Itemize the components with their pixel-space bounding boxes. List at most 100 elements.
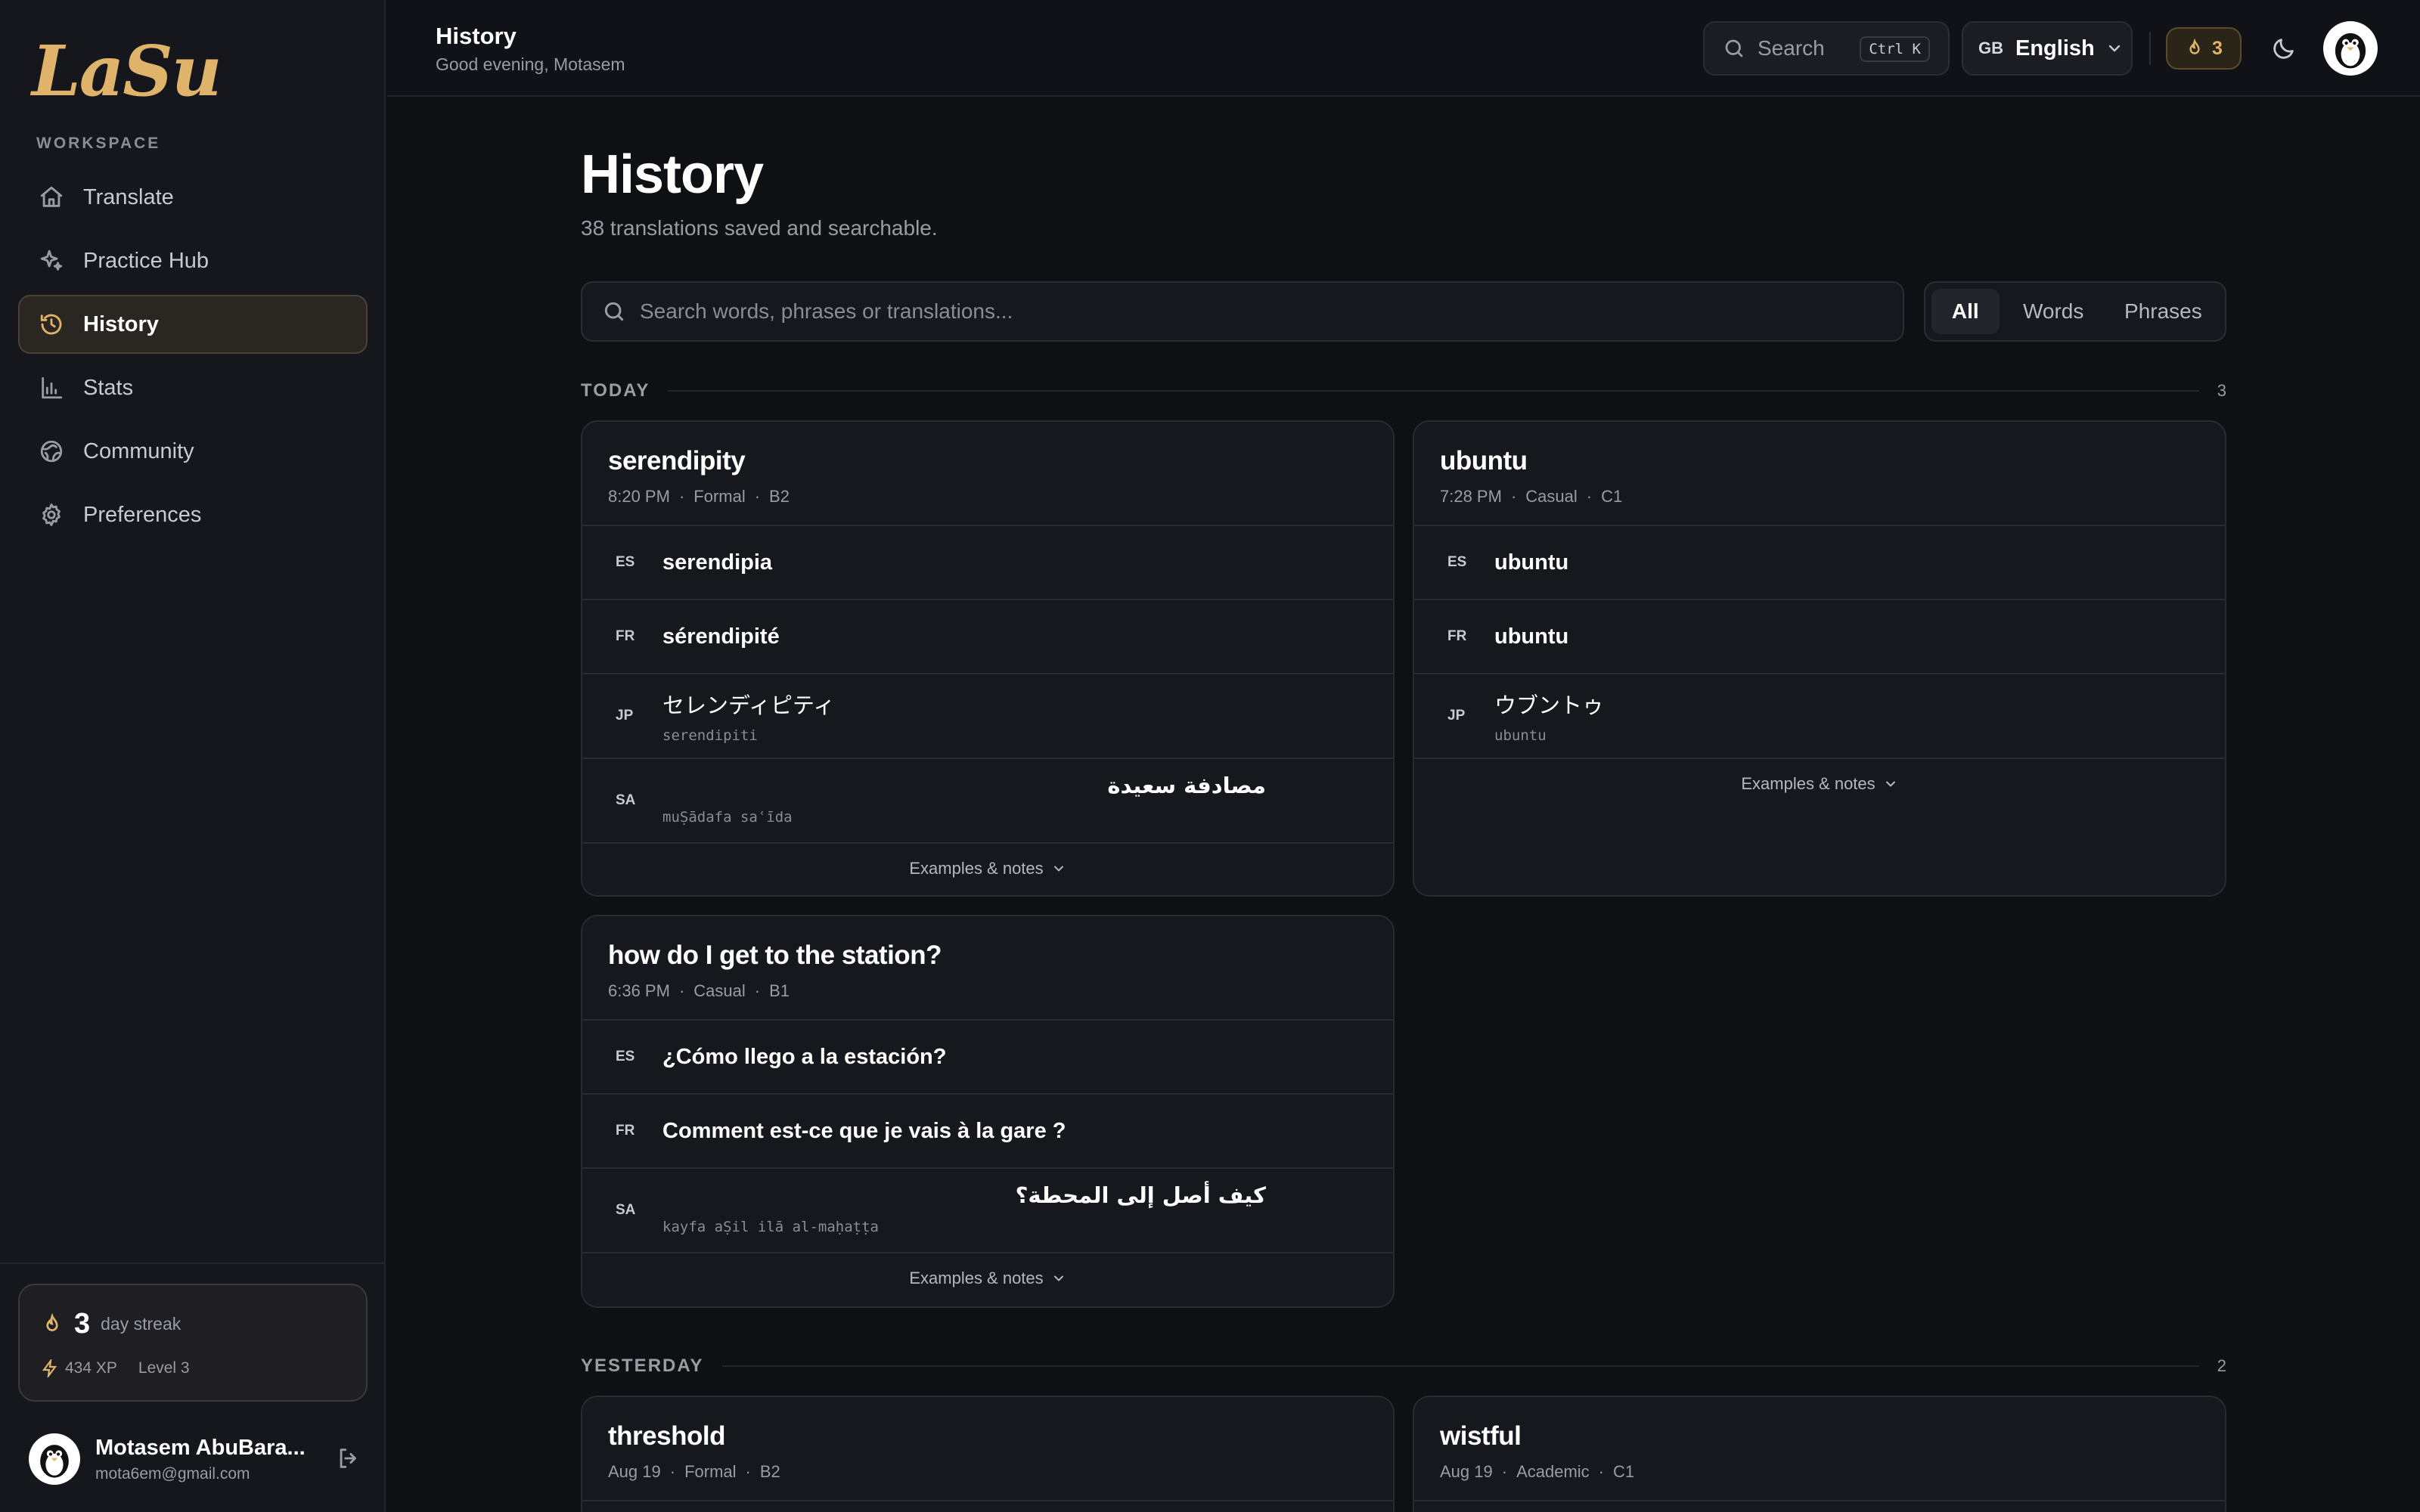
- language-code: FR: [616, 1123, 635, 1139]
- filter-tab-all[interactable]: All: [1931, 289, 2000, 334]
- app-logo[interactable]: LaSu: [32, 30, 222, 112]
- language-code: FR: [616, 628, 635, 644]
- history-search: [581, 281, 1904, 342]
- theme-toggle-button[interactable]: [2266, 30, 2302, 67]
- moon-icon: [2273, 39, 2294, 59]
- sidebar-item-practice-hub[interactable]: Practice Hub: [18, 231, 368, 290]
- translation-row: JP セレンディピティ serendipiti: [582, 674, 1393, 759]
- sidebar-item-history[interactable]: History: [18, 295, 368, 354]
- history-card-threshold[interactable]: threshold Aug 19 · Formal · B2: [581, 1396, 1395, 1512]
- card-meta: 6:36 PM · Casual · B1: [608, 981, 790, 1000]
- examples-notes-label: Examples & notes: [909, 859, 1044, 878]
- sidebar: LaSu WORKSPACE Translate Practice Hub Hi…: [0, 0, 386, 1512]
- sidebar-item-community[interactable]: Community: [18, 422, 368, 481]
- history-icon: [38, 311, 65, 338]
- streak-card[interactable]: 3 day streak 434 XP Level 3: [18, 1284, 368, 1402]
- flame-icon: [2189, 39, 2200, 54]
- streak-count: 3: [2212, 37, 2223, 59]
- greeting: Good evening, Motasem: [436, 54, 625, 74]
- card-register: Formal: [693, 487, 746, 506]
- card-header: serendipity 8:20 PM · Formal · B2: [582, 422, 1393, 526]
- avatar[interactable]: [29, 1433, 80, 1485]
- group-count: 2: [2217, 1356, 2226, 1375]
- sidebar-item-label: Translate: [83, 184, 174, 209]
- translation-row: FR sérendipité: [582, 600, 1393, 674]
- level-value: Level 3: [138, 1359, 190, 1377]
- translation-row: SA مصادفة سعيدة muṢādafa saʿīda: [582, 759, 1393, 844]
- card-header: wistful Aug 19 · Academic · C1: [1414, 1397, 2225, 1501]
- group-divider: [668, 390, 2199, 392]
- history-card-station-phrase[interactable]: how do I get to the station? 6:36 PM · Cas…: [581, 915, 1395, 1308]
- card-title: how do I get to the station?: [608, 940, 942, 970]
- search-shortcut: Ctrl K: [1860, 36, 1930, 62]
- topbar: History Good evening, Motasem Search Ctr…: [387, 0, 2420, 97]
- home-icon: [38, 184, 65, 211]
- language-select[interactable]: GB English: [1962, 21, 2133, 76]
- sidebar-item-translate[interactable]: Translate: [18, 168, 368, 227]
- search-label: Search: [1758, 36, 1825, 60]
- examples-notes-toggle[interactable]: Examples & notes: [582, 844, 1393, 894]
- history-card-ubuntu[interactable]: ubuntu 7:28 PM · Casual · C1 ES ubuntu FR ub…: [1413, 420, 2226, 897]
- streak-days: 3: [74, 1308, 91, 1340]
- translation-stack: ウブントゥ ubuntu: [1494, 688, 1604, 744]
- language-code: SA: [616, 792, 636, 808]
- card-register: Academic: [1516, 1462, 1590, 1481]
- romanization: ubuntu: [1494, 727, 1547, 744]
- sidebar-item-label: History: [83, 311, 159, 336]
- group-label: YESTERDAY: [581, 1356, 704, 1376]
- group-divider: [721, 1365, 2199, 1367]
- translation-text: sérendipité: [662, 624, 780, 649]
- streak-badge[interactable]: 3: [2166, 27, 2242, 70]
- user-name: Motasem AbuBara...: [95, 1435, 306, 1460]
- language-code: JP: [616, 708, 634, 723]
- card-time: 8:20 PM: [608, 487, 670, 506]
- group-label: TODAY: [581, 380, 650, 401]
- card-level: C1: [1601, 487, 1623, 506]
- history-card-serendipity[interactable]: serendipity 8:20 PM · Formal · B2 ES serendi…: [581, 420, 1395, 897]
- xp-summary: 434 XP Level 3: [41, 1359, 190, 1377]
- user-profile[interactable]: Motasem AbuBara... mota6em@gmail.com: [29, 1429, 361, 1489]
- history-card-wistful[interactable]: wistful Aug 19 · Academic · C1: [1413, 1396, 2226, 1512]
- card-meta: Aug 19 · Academic · C1: [1440, 1462, 1635, 1481]
- chevron-down-icon: [1885, 781, 1895, 787]
- language-code: FR: [1447, 628, 1467, 644]
- sidebar-item-label: Preferences: [83, 502, 202, 527]
- sidebar-item-stats[interactable]: Stats: [18, 358, 368, 417]
- streak-label: day streak: [101, 1314, 182, 1334]
- romanization: serendipiti: [662, 727, 758, 744]
- gear-icon: [38, 501, 65, 528]
- card-time: 6:36 PM: [608, 981, 670, 1000]
- sidebar-nav: Translate Practice Hub History Stats Com…: [18, 168, 368, 549]
- card-header: how do I get to the station? 6:36 PM · Cas…: [582, 916, 1393, 1021]
- card-header: ubuntu 7:28 PM · Casual · C1: [1414, 422, 2225, 526]
- search-icon: [604, 302, 624, 321]
- card-meta: Aug 19 · Formal · B2: [608, 1462, 780, 1481]
- user-info: Motasem AbuBara... mota6em@gmail.com: [95, 1436, 306, 1483]
- page-title: History: [436, 23, 517, 49]
- group-header-today: TODAY 3: [581, 380, 2226, 402]
- card-title: wistful: [1440, 1421, 1522, 1451]
- workspace-section-label: WORKSPACE: [36, 135, 161, 152]
- examples-notes-toggle[interactable]: Examples & notes: [582, 1253, 1393, 1303]
- avatar[interactable]: [2323, 21, 2378, 76]
- translation-row: JP ウブントゥ ubuntu: [1414, 674, 2225, 759]
- topbar-divider: [2149, 32, 2151, 65]
- logout-button[interactable]: [336, 1445, 361, 1475]
- card-header: threshold Aug 19 · Formal · B2: [582, 1397, 1393, 1501]
- sidebar-item-label: Community: [83, 438, 194, 463]
- history-search-input[interactable]: [640, 299, 1850, 324]
- romanization: kayfa aṢil ilā al-maḥaṭṭa: [662, 1219, 879, 1235]
- group-count: 3: [2217, 381, 2226, 400]
- language-code: SA: [616, 1202, 636, 1218]
- language-name: English: [2015, 36, 2095, 60]
- card-title: serendipity: [608, 446, 746, 476]
- examples-notes-toggle[interactable]: Examples & notes: [1414, 759, 2225, 809]
- penguin-icon: [2335, 33, 2366, 69]
- filter-tab-words[interactable]: Words: [2000, 289, 2108, 334]
- filter-tab-phrases[interactable]: Phrases: [2108, 289, 2219, 334]
- card-time: 7:28 PM: [1440, 487, 1502, 506]
- translation-text: ubuntu: [1494, 550, 1569, 575]
- streak-summary: 3 day streak: [41, 1308, 181, 1340]
- sidebar-item-preferences[interactable]: Preferences: [18, 485, 368, 544]
- global-search-button[interactable]: Search Ctrl K: [1703, 21, 1950, 76]
